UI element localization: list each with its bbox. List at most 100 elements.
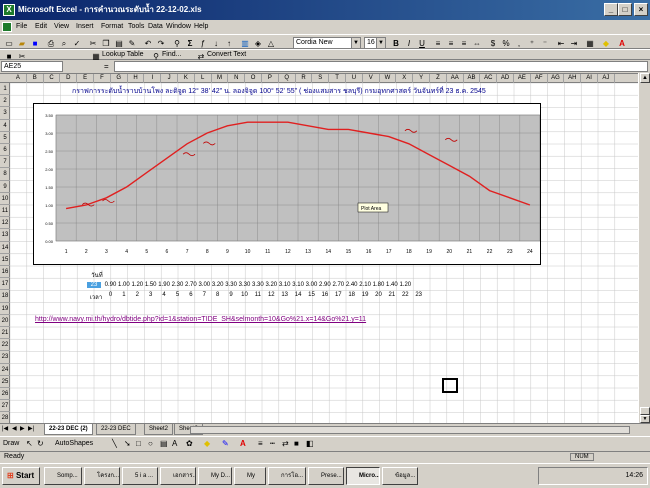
name-box[interactable]: AE25 (1, 61, 63, 72)
row-header-21[interactable]: 21 (0, 327, 10, 340)
time-cell[interactable]: 22 (399, 292, 412, 298)
save-icon[interactable]: ■ (29, 37, 41, 49)
row-header-7[interactable]: 7 (0, 156, 10, 169)
column-header-f[interactable]: F (94, 74, 111, 83)
align-right-icon[interactable]: ≡ (458, 37, 470, 49)
row-header-11[interactable]: 11 (0, 205, 10, 218)
drawing-icon[interactable]: △ (265, 37, 277, 49)
workbook-icon[interactable] (2, 22, 12, 32)
tab-22-23-dec[interactable]: 22-23 DEC (96, 424, 136, 435)
level-cell[interactable]: 3.20 (211, 282, 224, 288)
undo-icon[interactable]: ↶ (142, 37, 154, 49)
level-cell[interactable]: 3.20 (265, 282, 278, 288)
formula-equals-icon[interactable]: = (104, 60, 109, 73)
time-cell[interactable]: 13 (278, 292, 291, 298)
font-color-icon[interactable]: A (616, 37, 628, 49)
column-header-j[interactable]: J (161, 74, 178, 83)
find-button[interactable]: Find... (162, 50, 181, 60)
draw-menu[interactable]: Draw (3, 440, 19, 447)
level-cell[interactable]: 2.40 (345, 282, 358, 288)
tab-next-icon[interactable]: ▶ (20, 425, 25, 432)
taskbar-item[interactable]: เอกสาร... (160, 467, 196, 485)
comma-icon[interactable]: , (513, 37, 525, 49)
arrow-style-icon[interactable]: ⇄ (282, 439, 289, 448)
select-objects-icon[interactable]: ↖ (26, 439, 33, 448)
row-header-15[interactable]: 15 (0, 254, 10, 266)
sort-ascending-icon[interactable]: ↓ (210, 37, 222, 49)
menu-format[interactable]: Format (101, 20, 123, 34)
cut-icon[interactable]: ✂ (87, 37, 99, 49)
column-header-q[interactable]: Q (279, 74, 296, 83)
time-cell[interactable]: 10 (238, 292, 251, 298)
new-icon[interactable]: ▭ (3, 37, 15, 49)
level-cell[interactable]: 2.90 (318, 282, 331, 288)
row-header-16[interactable]: 16 (0, 266, 10, 279)
column-header-b[interactable]: B (27, 74, 44, 83)
time-cell[interactable]: 0 (104, 292, 117, 298)
level-cell[interactable]: 3.10 (292, 282, 305, 288)
3d-icon[interactable]: ◧ (306, 439, 314, 448)
maximize-button[interactable]: □ (618, 3, 632, 16)
tab-first-icon[interactable]: |◀ (2, 425, 8, 432)
start-button[interactable]: ⊞ Start (2, 467, 40, 485)
increase-indent-icon[interactable]: ⇥ (568, 37, 580, 49)
dash-style-icon[interactable]: ┅ (270, 439, 275, 448)
column-header-t[interactable]: T (329, 74, 346, 83)
spelling-icon[interactable]: ✓ (71, 37, 83, 49)
column-header-u[interactable]: U (346, 74, 363, 83)
shadow-icon[interactable]: ■ (294, 439, 299, 448)
column-header-a[interactable]: A (10, 74, 27, 83)
tab-22-23-dec-2-[interactable]: 22-23 DEC (2) (44, 424, 93, 435)
arrow-icon[interactable]: ➘ (124, 439, 131, 448)
print-preview-icon[interactable]: ⌕ (58, 37, 70, 49)
align-center-icon[interactable]: ≡ (445, 37, 457, 49)
column-header-l[interactable]: L (195, 74, 212, 83)
row-header-5[interactable]: 5 (0, 132, 10, 144)
decrease-decimal-icon[interactable]: ⁻ (539, 37, 551, 49)
taskbar-item[interactable]: 5 i a ... (122, 467, 158, 485)
autoshapes-menu[interactable]: AutoShapes (55, 440, 93, 447)
level-cell[interactable]: 1.20 (399, 282, 412, 288)
taskbar-item[interactable]: โครงก... (84, 467, 120, 485)
row-header-10[interactable]: 10 (0, 193, 10, 205)
menu-window[interactable]: Window (166, 20, 191, 34)
menu-insert[interactable]: Insert (76, 20, 94, 34)
minimize-button[interactable]: _ (604, 3, 618, 16)
menu-file[interactable]: File (16, 20, 27, 34)
align-left-icon[interactable]: ≡ (432, 37, 444, 49)
decrease-indent-icon[interactable]: ⇤ (555, 37, 567, 49)
row-header-13[interactable]: 13 (0, 229, 10, 242)
column-header-ae[interactable]: AE (514, 74, 531, 83)
scroll-up-arrow-icon[interactable]: ▲ (640, 73, 650, 83)
cut-icon[interactable]: ✂ (16, 50, 28, 61)
horizontal-scrollbar[interactable] (190, 426, 630, 434)
column-header-x[interactable]: X (396, 74, 414, 83)
time-cell[interactable]: 5 (171, 292, 184, 298)
column-header-ac[interactable]: AC (480, 74, 498, 83)
column-header-ai[interactable]: AI (581, 74, 598, 83)
taskbar-item[interactable]: ข้อมูล... (382, 467, 418, 485)
menu-tools[interactable]: Tools (128, 20, 144, 34)
font-name-select[interactable]: Cordia New ▼ (293, 37, 361, 49)
fill-color-icon[interactable]: ◆ (600, 37, 612, 49)
row-header-9[interactable]: 9 (0, 181, 10, 193)
convert-text-button[interactable]: Convert Text (207, 50, 246, 60)
row-header-1[interactable]: 1 (0, 83, 10, 96)
column-header-o[interactable]: O (245, 74, 262, 83)
level-cell[interactable]: 2.70 (332, 282, 345, 288)
time-cell[interactable]: 18 (345, 292, 358, 298)
level-cell[interactable]: 3.10 (278, 282, 291, 288)
font-color-icon[interactable]: A (240, 439, 246, 448)
percent-icon[interactable]: % (500, 37, 512, 49)
row-header-19[interactable]: 19 (0, 303, 10, 315)
tab-sheet2[interactable]: Sheet2 (144, 424, 174, 435)
sheet-title-cell[interactable]: กราฟการระดับน้ำราบบ้านโพง ละติจูด 12° 38… (72, 86, 486, 97)
time-cell[interactable]: 16 (318, 292, 331, 298)
level-cell[interactable]: 1.80 (372, 282, 385, 288)
column-header-ah[interactable]: AH (564, 74, 582, 83)
menu-view[interactable]: View (54, 20, 69, 34)
tab-prev-icon[interactable]: ◀ (12, 425, 17, 432)
font-size-select[interactable]: 16 ▼ (364, 37, 386, 49)
menu-data[interactable]: Data (148, 20, 163, 34)
excel-app-icon[interactable]: X (3, 4, 15, 16)
